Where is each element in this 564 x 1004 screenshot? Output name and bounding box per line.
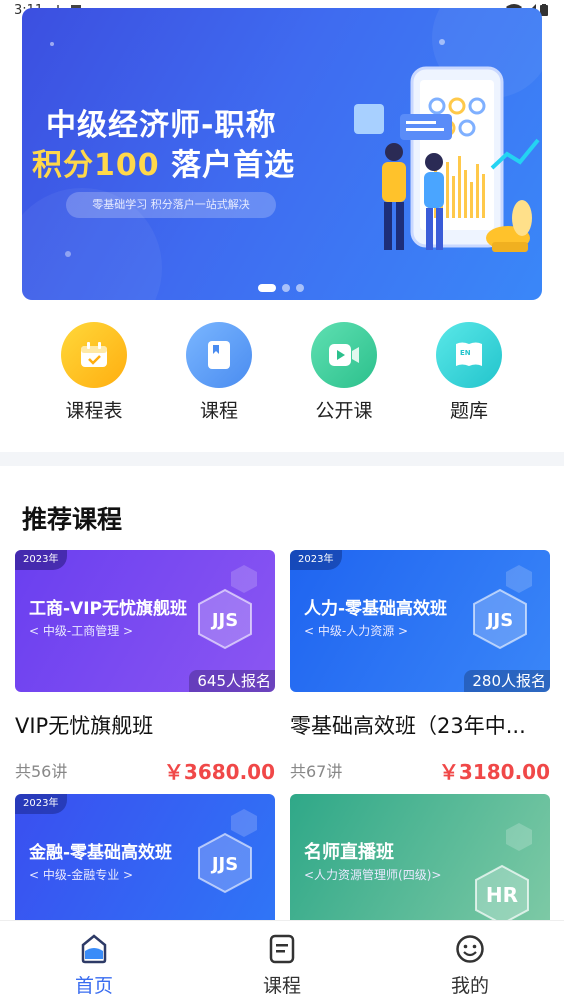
svg-text:EN: EN	[460, 349, 471, 357]
question-bank-icon: EN	[456, 342, 482, 366]
jjs-logo: JJS	[198, 588, 252, 650]
quick-link-question-bank[interactable]: EN 题库	[414, 318, 524, 428]
course-thumbnail: 名师直播班 <人力资源管理师(四级)> HR	[290, 794, 550, 920]
quick-link-label: 课程表	[65, 400, 123, 422]
banner-dot[interactable]	[296, 284, 304, 292]
banner-title: 中级经济师-职称	[46, 108, 277, 143]
banner-highlight-rest: 落户首选	[171, 148, 296, 183]
calendar-icon-bg	[61, 322, 127, 388]
thumbnail-title: 金融-零基础高效班	[29, 843, 173, 863]
phone-illustration	[354, 66, 540, 252]
quick-link-label: 公开课	[315, 400, 373, 422]
year-tag: 2023年	[290, 550, 342, 570]
thumbnail-title: 名师直播班	[304, 842, 394, 863]
section-divider	[0, 452, 564, 466]
thumbnail-title: 人力-零基础高效班	[304, 599, 448, 619]
nav-home[interactable]: 首页	[34, 921, 154, 1004]
course-name: VIP无忧旗舰班	[15, 714, 154, 738]
thumbnail-subtitle: < 中级-人力资源 >	[304, 624, 409, 638]
video-icon	[329, 344, 359, 366]
course-price: ￥3680.00	[163, 760, 275, 784]
home-icon	[81, 934, 107, 964]
quick-link-courses[interactable]: 课程	[164, 318, 274, 428]
thumbnail-subtitle: <人力资源管理师(四级)>	[304, 868, 442, 882]
thumbnail-subtitle: < 中级-金融专业 >	[29, 868, 134, 882]
book-icon-bg	[186, 322, 252, 388]
nav-courses[interactable]: 课程	[222, 921, 342, 1004]
quick-link-label: 题库	[449, 400, 488, 422]
course-thumbnail: 2023年 金融-零基础高效班 < 中级-金融专业 > JJS	[15, 794, 275, 920]
course-name: 零基础高效班（23年中...	[290, 714, 526, 738]
video-icon-bg	[311, 322, 377, 388]
banner-subtitle: 零基础学习 积分落户一站式解决	[66, 192, 276, 218]
nav-label: 课程	[262, 975, 301, 997]
logo-text: HR	[486, 883, 518, 907]
quick-link-open-class[interactable]: 公开课	[289, 318, 399, 428]
question-bank-icon-bg: EN	[436, 322, 502, 388]
promo-banner[interactable]: 中级经济师-职称 积分100 落户首选 零基础学习 积分落户一站式解决	[22, 8, 542, 300]
bottom-navigation: 首页 课程 我的	[0, 920, 564, 1004]
nav-profile[interactable]: 我的	[410, 921, 530, 1004]
profile-icon	[456, 935, 484, 963]
section-title: 推荐课程	[22, 505, 123, 534]
banner-title-secondary: 积分100 落户首选	[32, 140, 295, 184]
thumbnail-title: 工商-VIP无忧旗舰班	[29, 599, 187, 619]
banner-dot-active[interactable]	[258, 284, 276, 292]
banner-highlight: 积分100	[32, 148, 160, 183]
logo-text: JJS	[210, 854, 238, 875]
nav-label: 首页	[74, 975, 113, 997]
enroll-count: 280人报名	[464, 670, 550, 692]
quick-links: 课程表 课程 公开课 EN 题库	[0, 318, 564, 428]
course-card[interactable]: 名师直播班 <人力资源管理师(四级)> HR	[290, 794, 550, 920]
hr-logo: HR	[475, 864, 529, 920]
course-card[interactable]: 2023年 工商-VIP无忧旗舰班 < 中级-工商管理 > JJS 645人报名…	[15, 550, 275, 790]
logo-text: JJS	[210, 610, 238, 631]
quick-link-label: 课程	[199, 400, 238, 422]
calendar-icon	[81, 342, 107, 367]
quick-link-schedule[interactable]: 课程表	[39, 318, 149, 428]
hexagon-decoration	[506, 823, 532, 851]
jjs-logo: JJS	[473, 588, 527, 650]
course-card[interactable]: 2023年 人力-零基础高效班 < 中级-人力资源 > JJS 280人报名 零…	[290, 550, 550, 790]
course-price: ￥3180.00	[438, 760, 550, 784]
lesson-count: 共56讲	[15, 762, 68, 781]
course-card[interactable]: 2023年 金融-零基础高效班 < 中级-金融专业 > JJS	[15, 794, 275, 920]
book-icon	[208, 341, 230, 369]
year-tag: 2023年	[15, 794, 67, 814]
banner-dot[interactable]	[282, 284, 290, 292]
course-thumbnail: 2023年 人力-零基础高效班 < 中级-人力资源 > JJS 280人报名	[290, 550, 550, 692]
lesson-count: 共67讲	[290, 762, 343, 781]
logo-text: JJS	[485, 610, 513, 631]
enroll-count: 645人报名	[189, 670, 275, 692]
course-thumbnail: 2023年 工商-VIP无忧旗舰班 < 中级-工商管理 > JJS 645人报名	[15, 550, 275, 692]
jjs-logo: JJS	[198, 832, 252, 894]
nav-label: 我的	[450, 975, 489, 997]
year-tag: 2023年	[15, 550, 67, 570]
course-icon	[269, 934, 295, 964]
thumbnail-subtitle: < 中级-工商管理 >	[29, 624, 134, 638]
